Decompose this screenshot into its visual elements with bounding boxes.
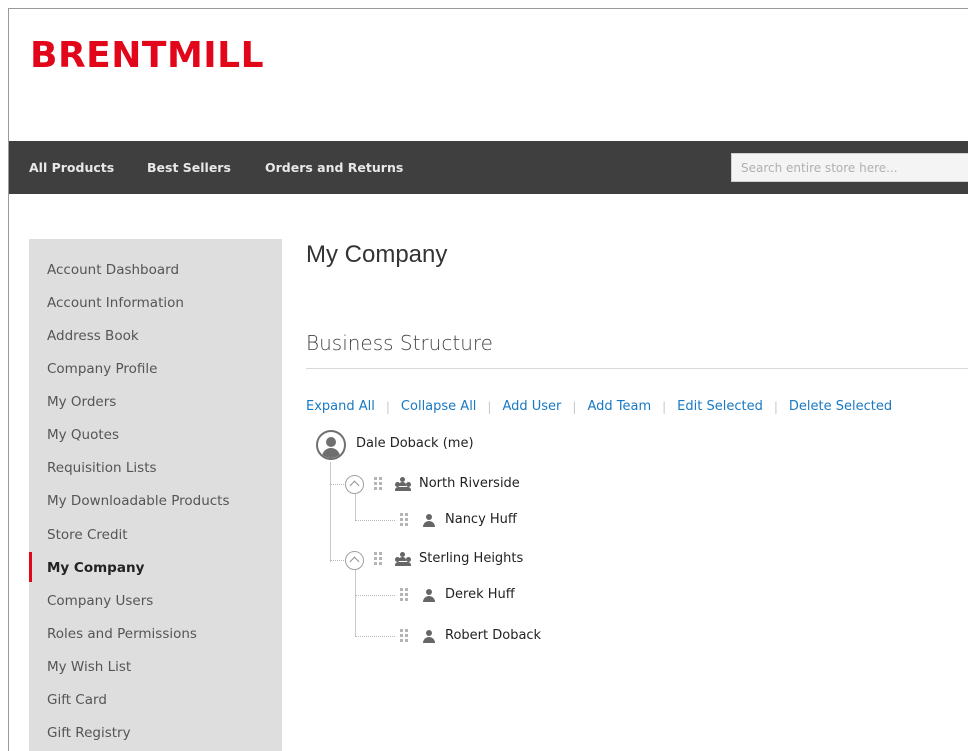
sidebar-item-my-quotes[interactable]: My Quotes bbox=[47, 427, 119, 443]
drag-handle-icon[interactable] bbox=[400, 513, 408, 527]
drag-handle-icon[interactable] bbox=[400, 629, 408, 643]
tree-connector bbox=[330, 462, 331, 562]
tree-connector bbox=[355, 570, 356, 636]
sidebar-item-gift-card[interactable]: Gift Card bbox=[47, 692, 107, 708]
sidebar-item-address-book[interactable]: Address Book bbox=[47, 328, 139, 344]
drag-handle-icon[interactable] bbox=[400, 588, 408, 602]
brand-logo[interactable]: BRENTMILL bbox=[30, 35, 264, 76]
drag-handle-icon[interactable] bbox=[374, 477, 382, 491]
sidebar-item-my-orders[interactable]: My Orders bbox=[47, 394, 116, 410]
drag-handle-icon[interactable] bbox=[374, 552, 382, 566]
collapse-team-button[interactable] bbox=[345, 551, 364, 570]
tree-team-node[interactable]: Sterling Heights bbox=[419, 551, 523, 566]
tree-connector bbox=[355, 595, 395, 596]
tree-user-node[interactable]: Derek Huff bbox=[445, 587, 515, 602]
section-divider bbox=[306, 368, 968, 369]
delete-selected-link[interactable]: Delete Selected bbox=[789, 399, 892, 414]
sidebar-item-gift-registry[interactable]: Gift Registry bbox=[47, 725, 131, 741]
tree-connector bbox=[330, 484, 344, 485]
nav-best-sellers[interactable]: Best Sellers bbox=[147, 160, 231, 175]
user-avatar-icon bbox=[316, 430, 346, 460]
sidebar-item-my-company[interactable]: My Company bbox=[47, 560, 144, 576]
tree-connector bbox=[355, 520, 395, 521]
tree-connector bbox=[355, 494, 356, 520]
tree-actions-toolbar: Expand All | Collapse All | Add User | A… bbox=[306, 399, 892, 414]
expand-all-link[interactable]: Expand All bbox=[306, 399, 375, 414]
sidebar-item-company-users[interactable]: Company Users bbox=[47, 593, 153, 609]
sidebar-item-my-wish-list[interactable]: My Wish List bbox=[47, 659, 131, 675]
page-frame: BRENTMILL All Products Best Sellers Orde… bbox=[8, 8, 968, 751]
sidebar-item-roles-and-permissions[interactable]: Roles and Permissions bbox=[47, 626, 197, 642]
sidebar-item-account-information[interactable]: Account Information bbox=[47, 295, 184, 311]
sidebar-item-account-dashboard[interactable]: Account Dashboard bbox=[47, 262, 179, 278]
page-title: My Company bbox=[306, 241, 448, 268]
team-icon bbox=[395, 552, 411, 566]
tree-root-node[interactable]: Dale Doback (me) bbox=[356, 436, 474, 451]
tree-user-node[interactable]: Nancy Huff bbox=[445, 512, 517, 527]
action-separator: | bbox=[773, 399, 778, 414]
action-separator: | bbox=[385, 399, 390, 414]
action-separator: | bbox=[572, 399, 577, 414]
collapse-team-button[interactable] bbox=[345, 475, 364, 494]
sidebar-item-store-credit[interactable]: Store Credit bbox=[47, 527, 128, 543]
user-icon bbox=[423, 589, 435, 602]
collapse-all-link[interactable]: Collapse All bbox=[401, 399, 477, 414]
nav-all-products[interactable]: All Products bbox=[29, 160, 114, 175]
main-navigation: All Products Best Sellers Orders and Ret… bbox=[9, 141, 968, 194]
tree-connector bbox=[330, 560, 344, 561]
team-icon bbox=[395, 477, 411, 491]
search-input[interactable] bbox=[731, 153, 968, 182]
section-title: Business Structure bbox=[306, 331, 493, 355]
user-icon bbox=[423, 514, 435, 527]
tree-user-node[interactable]: Robert Doback bbox=[445, 628, 541, 643]
edit-selected-link[interactable]: Edit Selected bbox=[677, 399, 763, 414]
action-separator: | bbox=[487, 399, 492, 414]
active-item-indicator bbox=[29, 552, 32, 582]
account-sidebar: Account Dashboard Account Information Ad… bbox=[29, 239, 282, 751]
nav-orders-and-returns[interactable]: Orders and Returns bbox=[265, 160, 403, 175]
user-icon bbox=[423, 630, 435, 643]
sidebar-item-requisition-lists[interactable]: Requisition Lists bbox=[47, 460, 157, 476]
tree-team-node[interactable]: North Riverside bbox=[419, 476, 520, 491]
sidebar-item-company-profile[interactable]: Company Profile bbox=[47, 361, 158, 377]
sidebar-item-my-downloadable-products[interactable]: My Downloadable Products bbox=[47, 493, 230, 509]
action-separator: | bbox=[662, 399, 667, 414]
tree-connector bbox=[355, 636, 395, 637]
add-user-link[interactable]: Add User bbox=[502, 399, 561, 414]
add-team-link[interactable]: Add Team bbox=[587, 399, 651, 414]
